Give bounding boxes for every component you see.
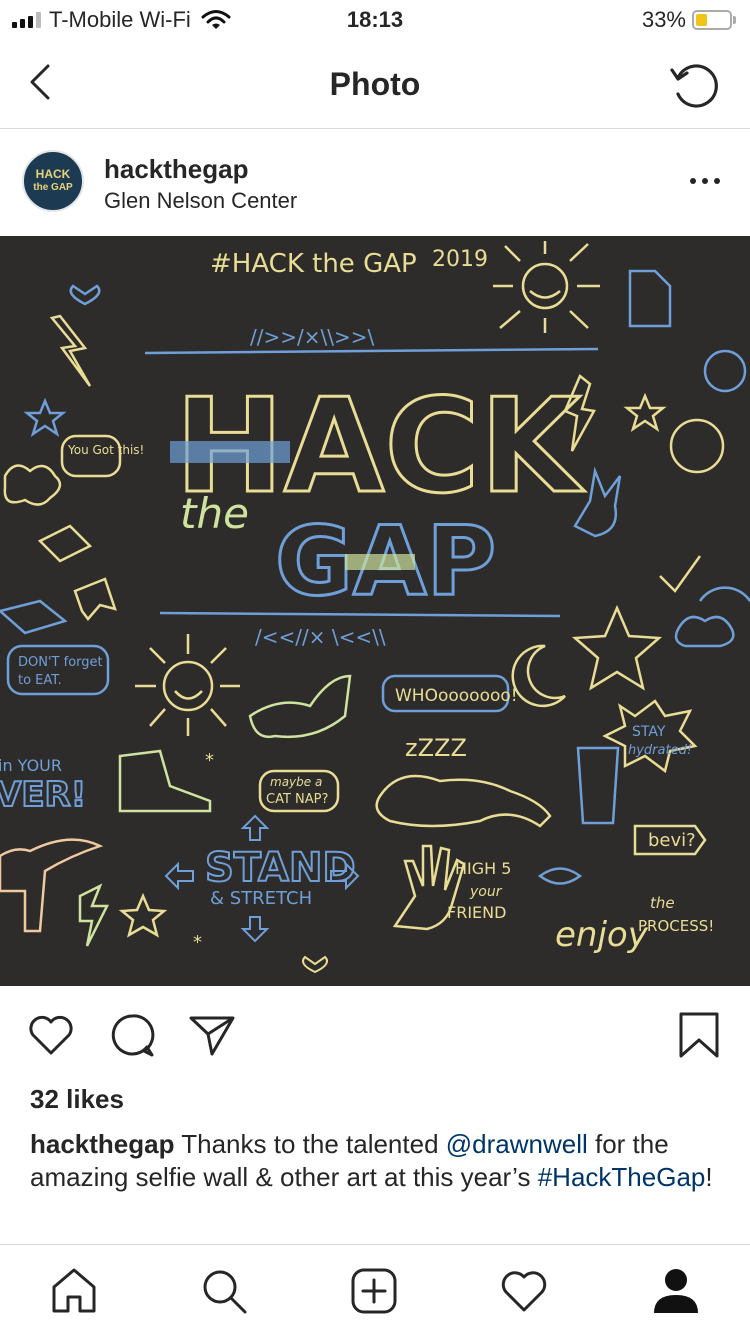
post-caption: hackthegap Thanks to the talented @drawn… xyxy=(30,1128,720,1194)
ver-text: VER! xyxy=(0,775,86,815)
bevi-text: bevi? xyxy=(648,830,696,851)
hack-tape xyxy=(170,441,290,463)
avatar[interactable]: HACK the GAP xyxy=(22,150,84,212)
new-post-icon[interactable] xyxy=(348,1265,400,1317)
post-location[interactable]: Glen Nelson Center xyxy=(104,188,297,214)
stretch-text: & STRETCH xyxy=(210,888,312,909)
home-icon[interactable] xyxy=(48,1265,100,1317)
share-icon[interactable] xyxy=(187,1010,237,1060)
post-username[interactable]: hackthegap xyxy=(104,154,249,185)
gap-tape xyxy=(345,554,415,570)
search-icon[interactable] xyxy=(198,1265,250,1317)
asterisk-2: * xyxy=(193,932,202,953)
caption-hashtag[interactable]: #HackTheGap xyxy=(538,1162,706,1192)
post-photo[interactable]: #HACK the GAP 2019 //>>/×\\>>\ HACK the … xyxy=(0,236,750,986)
whoo-text: WHOooooooo! xyxy=(395,686,518,706)
zigzag-line: //>>/×\\>>\ xyxy=(250,325,374,349)
avatar-text-1: HACK xyxy=(35,167,71,181)
asterisk-1: * xyxy=(205,750,214,771)
catnap-text: CAT NAP? xyxy=(266,792,328,807)
stay-text: STAY xyxy=(632,724,666,740)
to-eat: to EAT. xyxy=(18,673,62,688)
maybe-text: maybe a xyxy=(270,775,322,789)
status-bar: T-Mobile Wi-Fi 18:13 33% xyxy=(0,0,750,40)
bookmark-icon[interactable] xyxy=(674,1010,724,1060)
chalkboard-illustration: #HACK the GAP 2019 //>>/×\\>>\ HACK the … xyxy=(0,236,750,986)
stand-text: STAND xyxy=(205,845,356,891)
profile-icon[interactable] xyxy=(650,1265,702,1317)
hydrated-text: hydrated! xyxy=(628,743,692,758)
you-got-this: You Got this! xyxy=(67,443,144,457)
caption-mention[interactable]: @drawnwell xyxy=(446,1129,588,1159)
dont-forget: DON'T forget xyxy=(18,655,103,670)
high5-text: HIGH 5 xyxy=(455,859,511,878)
word-the: the xyxy=(180,489,249,538)
process-text: PROCESS! xyxy=(638,917,714,935)
post-header: HACK the GAP hackthegap Glen Nelson Cent… xyxy=(0,130,750,235)
heart-like-icon[interactable] xyxy=(26,1010,76,1060)
activity-heart-icon[interactable] xyxy=(498,1265,550,1317)
your-text: your xyxy=(469,884,503,900)
friend-text: FRIEND xyxy=(447,903,506,922)
zzz-text: zZZZ xyxy=(405,734,467,762)
caption-text-3: ! xyxy=(705,1162,713,1192)
battery-tip xyxy=(733,16,736,24)
battery-percent: 33% xyxy=(641,7,686,32)
avatar-text-2: the GAP xyxy=(33,182,73,193)
photo-hashtag: #HACK the GAP xyxy=(210,249,417,279)
caption-username[interactable]: hackthegap xyxy=(30,1129,175,1159)
zigzag-line-2: /<<//× \<<\\ xyxy=(255,625,386,649)
page-title: Photo xyxy=(329,66,421,102)
comment-icon[interactable] xyxy=(107,1010,157,1060)
battery-icon xyxy=(692,10,732,30)
likes-count[interactable]: 32 likes xyxy=(30,1084,124,1115)
photo-year: 2019 xyxy=(432,247,488,272)
battery-fill xyxy=(696,14,707,26)
post-actions xyxy=(0,986,750,1076)
clock: 18:13 xyxy=(346,7,404,32)
status-right: 33% xyxy=(642,7,736,33)
the-small-text: the xyxy=(650,894,675,912)
nav-bar: Photo xyxy=(0,40,750,129)
caption-text-1: Thanks to the talented xyxy=(174,1129,446,1159)
in-your-text: in YOUR xyxy=(0,756,62,775)
enjoy-text: enjoy xyxy=(555,915,649,955)
tab-bar xyxy=(0,1244,750,1335)
more-horizontal-icon[interactable] xyxy=(688,166,722,196)
refresh-icon[interactable] xyxy=(666,58,722,114)
